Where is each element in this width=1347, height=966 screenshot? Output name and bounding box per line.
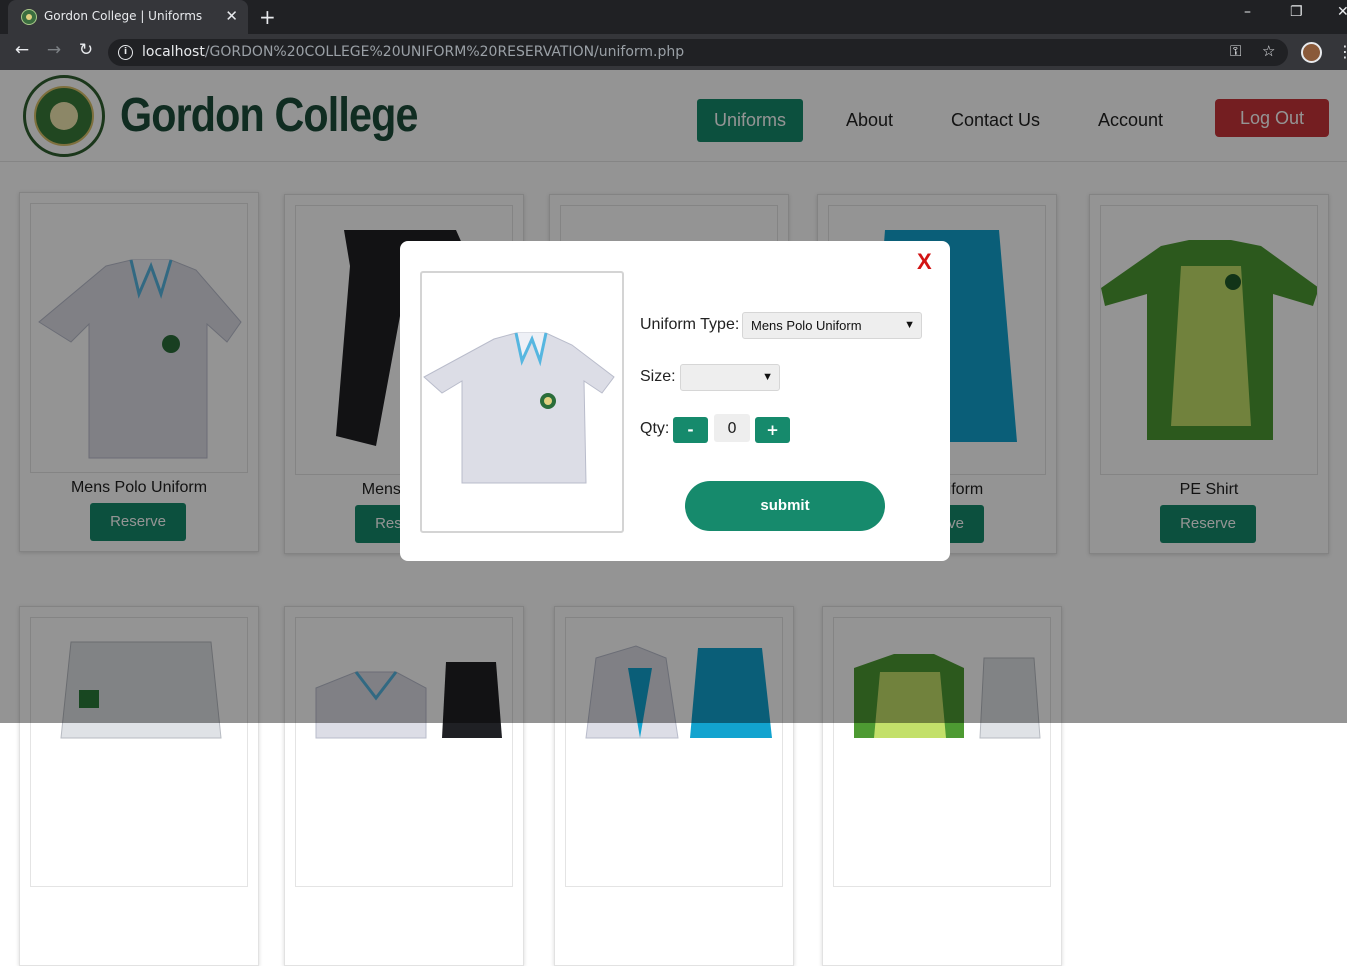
selected-uniform-image xyxy=(420,271,624,533)
uniform-type-label: Uniform Type: xyxy=(640,316,740,333)
browser-toolbar: ← → ↻ i localhost/GORDON%20COLLEGE%20UNI… xyxy=(0,34,1347,70)
star-icon[interactable]: ☆ xyxy=(1262,42,1275,60)
submit-button[interactable]: submit xyxy=(685,481,885,531)
reservation-modal: X Uniform Type: Mens Polo Uniform ▼ Size… xyxy=(400,241,950,561)
maximize-icon[interactable]: ❐ xyxy=(1290,4,1303,20)
favicon-icon xyxy=(21,9,37,25)
info-icon[interactable]: i xyxy=(118,45,133,60)
browser-tabbar: Gordon College | Uniforms ✕ + – ❐ ✕ xyxy=(0,0,1347,34)
forward-icon[interactable]: → xyxy=(42,40,66,60)
qty-label: Qty: xyxy=(640,420,670,437)
reload-icon[interactable]: ↻ xyxy=(74,40,98,60)
close-window-icon[interactable]: ✕ xyxy=(1337,4,1347,20)
page: Gordon College Uniforms About Contact Us… xyxy=(0,70,1347,966)
qty-input[interactable]: 0 xyxy=(714,414,750,442)
decrease-qty-button[interactable]: - xyxy=(673,417,708,443)
tab-title: Gordon College | Uniforms xyxy=(44,9,203,23)
size-label: Size: xyxy=(640,368,676,385)
minimize-icon[interactable]: – xyxy=(1244,4,1251,20)
url-text[interactable]: localhost/GORDON%20COLLEGE%20UNIFORM%20R… xyxy=(142,44,684,60)
address-bar[interactable]: i localhost/GORDON%20COLLEGE%20UNIFORM%2… xyxy=(108,39,1288,66)
increase-qty-button[interactable]: + xyxy=(755,417,790,443)
key-icon[interactable]: ⚿ xyxy=(1230,42,1241,60)
size-select[interactable]: ▼ xyxy=(680,364,780,391)
new-tab-icon[interactable]: + xyxy=(259,5,276,29)
uniform-type-select[interactable]: Mens Polo Uniform ▼ xyxy=(742,312,922,339)
profile-avatar[interactable] xyxy=(1301,42,1322,63)
chevron-down-icon: ▼ xyxy=(762,371,773,383)
browser-tab[interactable]: Gordon College | Uniforms ✕ xyxy=(8,0,248,34)
close-tab-icon[interactable]: ✕ xyxy=(225,7,238,25)
back-icon[interactable]: ← xyxy=(10,40,34,60)
menu-icon[interactable]: ⋮ xyxy=(1337,42,1347,61)
close-icon[interactable]: X xyxy=(917,249,932,275)
chevron-down-icon: ▼ xyxy=(904,319,915,331)
